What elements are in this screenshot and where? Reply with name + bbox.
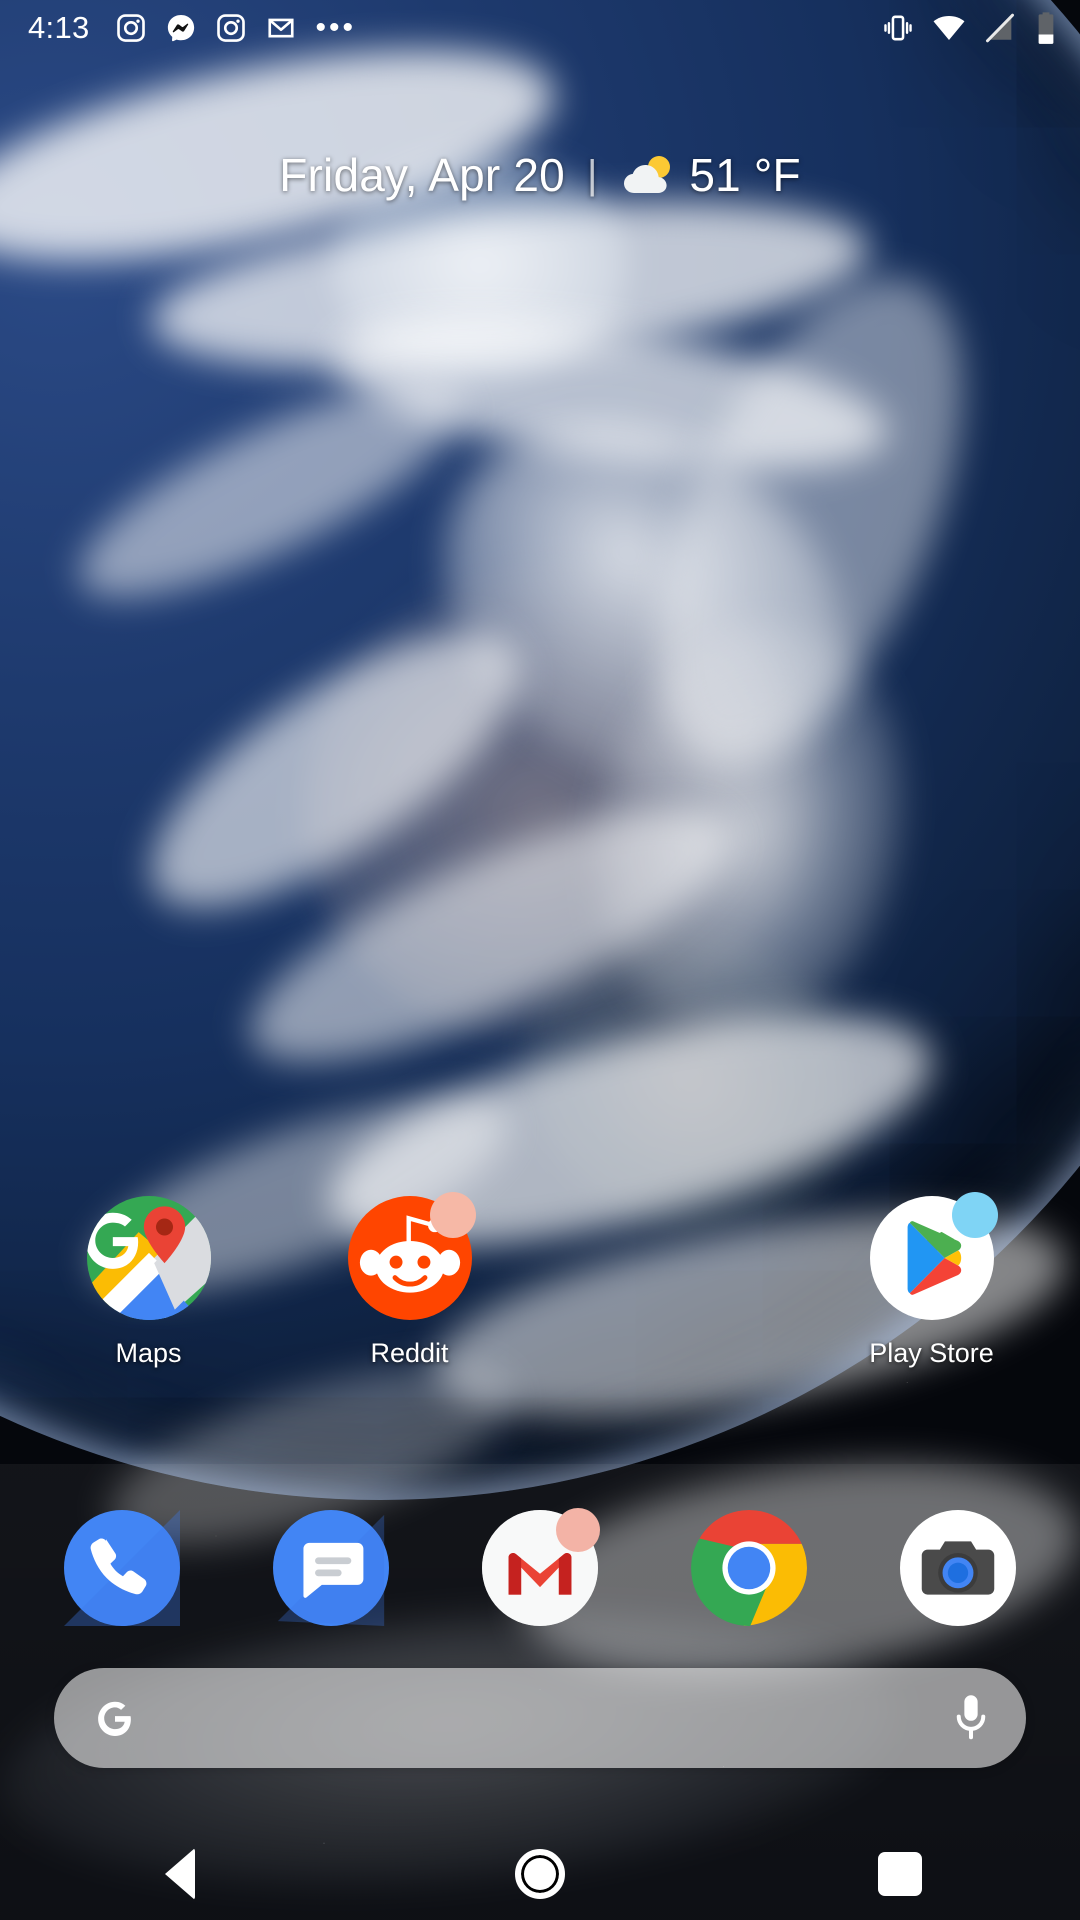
microphone-icon[interactable] — [950, 1691, 992, 1745]
app-icon-play-store[interactable]: Play Store — [801, 1192, 1062, 1369]
dock-item-phone[interactable] — [18, 1510, 227, 1626]
vibrate-icon — [884, 15, 912, 41]
signal-off-icon — [986, 13, 1014, 43]
instagram-icon — [116, 14, 145, 42]
nav-home-button[interactable] — [360, 1849, 720, 1899]
app-label-reddit: Reddit — [370, 1338, 449, 1368]
gmail-icon — [267, 18, 294, 38]
app-label-play-store: Play Store — [869, 1338, 994, 1368]
play-store-icon-wrap — [869, 1192, 998, 1320]
app-icon-reddit[interactable]: Reddit — [279, 1192, 540, 1369]
reddit-icon-wrap — [347, 1192, 476, 1320]
app-label-maps: Maps — [115, 1338, 182, 1368]
messenger-icon — [167, 15, 194, 42]
nav-recents-button[interactable] — [720, 1852, 1080, 1896]
widget-weather[interactable]: 51 °F — [619, 148, 801, 202]
dock-item-chrome[interactable] — [644, 1510, 853, 1626]
dock-item-camera[interactable] — [853, 1510, 1062, 1626]
messages-icon — [273, 1510, 390, 1626]
app-icon-maps[interactable]: Maps — [18, 1196, 279, 1369]
battery-icon — [1038, 12, 1054, 44]
date-weather-widget[interactable]: Friday, Apr 20 | 51 °F — [0, 148, 1080, 202]
phone-icon — [64, 1510, 181, 1626]
widget-divider: | — [586, 152, 598, 197]
dock-item-gmail[interactable] — [436, 1508, 645, 1626]
notification-badge-gmail — [555, 1508, 600, 1552]
nav-back-button[interactable] — [0, 1848, 360, 1900]
navigation-bar — [0, 1828, 1080, 1920]
chrome-icon — [690, 1510, 807, 1626]
google-maps-icon — [86, 1196, 211, 1320]
google-g-icon — [98, 1701, 131, 1736]
recents-square-icon — [877, 1852, 922, 1896]
dock-item-messages[interactable] — [227, 1510, 436, 1626]
home-circle-icon — [514, 1849, 565, 1899]
phone-icon-wrap — [64, 1510, 181, 1626]
instagram-icon — [216, 14, 245, 42]
notification-icons: ••• — [116, 13, 357, 43]
empty-slot — [609, 1196, 733, 1320]
google-search-bar[interactable] — [54, 1668, 1026, 1768]
notification-badge-play-store — [951, 1192, 998, 1238]
maps-icon-wrap — [86, 1196, 211, 1320]
notification-badge-reddit — [429, 1192, 476, 1238]
widget-date[interactable]: Friday, Apr 20 — [279, 148, 565, 202]
chrome-icon-wrap — [690, 1510, 807, 1626]
messages-icon-wrap — [273, 1510, 390, 1626]
app-grid-empty-slot — [540, 1196, 801, 1369]
back-triangle-icon — [164, 1848, 195, 1900]
status-bar-clock: 4:13 — [28, 10, 90, 45]
system-status-icons — [882, 11, 1058, 45]
partly-cloudy-icon — [624, 156, 671, 193]
camera-icon — [899, 1510, 1016, 1626]
more-notifications-icon: ••• — [315, 11, 357, 44]
status-bar[interactable]: 4:13 ••• — [0, 0, 1080, 56]
app-grid: Maps Reddit Play Store — [0, 1192, 1080, 1369]
gmail-icon-wrap — [481, 1508, 600, 1626]
dock — [0, 1508, 1080, 1626]
wifi-icon — [933, 15, 965, 41]
camera-icon-wrap — [899, 1510, 1016, 1626]
widget-temperature: 51 °F — [689, 149, 801, 201]
